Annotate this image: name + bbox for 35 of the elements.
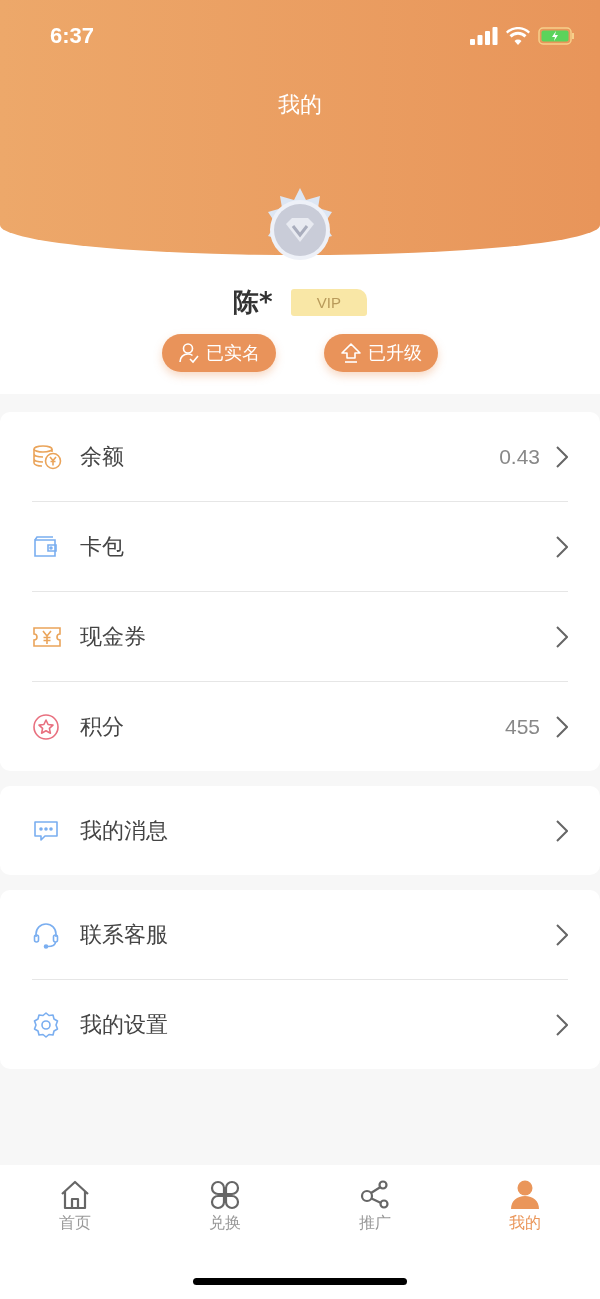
vip-badge: VIP xyxy=(290,289,367,316)
battery-icon xyxy=(538,27,576,45)
ticket-icon xyxy=(32,625,62,648)
chevron-icon xyxy=(556,819,568,842)
menu-item[interactable]: 余额 xyxy=(80,441,500,472)
user-check-icon xyxy=(178,342,200,364)
chevron-icon xyxy=(556,715,568,738)
user-name: 陈* xyxy=(233,286,273,319)
chevron-icon xyxy=(556,923,568,946)
status-time: 6:37 xyxy=(50,23,95,49)
wallet-icon xyxy=(32,534,60,559)
menu-item[interactable]: 我的消息 xyxy=(80,815,556,846)
chevron-icon xyxy=(556,535,568,558)
upload-arrow-icon xyxy=(340,342,362,364)
message-icon xyxy=(32,818,60,843)
menu-item[interactable]: 我的设置 xyxy=(80,1009,556,1040)
signal-icon xyxy=(470,27,498,45)
headset-icon xyxy=(32,920,60,949)
item-value: 455 xyxy=(504,714,540,739)
page-title: 我的 xyxy=(277,91,323,119)
chevron-icon xyxy=(556,625,568,648)
coins-icon xyxy=(32,443,62,470)
menu-item[interactable]: 现金券 xyxy=(80,621,556,652)
settings-icon xyxy=(32,1010,60,1039)
chevron-icon xyxy=(556,1013,568,1036)
menu-item[interactable]: 卡包 xyxy=(80,531,556,562)
clover-icon xyxy=(209,1179,241,1211)
item-value: 0.43 xyxy=(499,444,540,469)
person-icon xyxy=(509,1179,541,1211)
menu-item[interactable]: 联系客服 xyxy=(80,919,556,950)
menu-item[interactable]: 积分 xyxy=(80,711,505,742)
home-icon xyxy=(59,1179,91,1211)
share-icon xyxy=(359,1179,391,1211)
chevron-icon xyxy=(556,445,568,468)
wifi-icon xyxy=(506,27,530,45)
